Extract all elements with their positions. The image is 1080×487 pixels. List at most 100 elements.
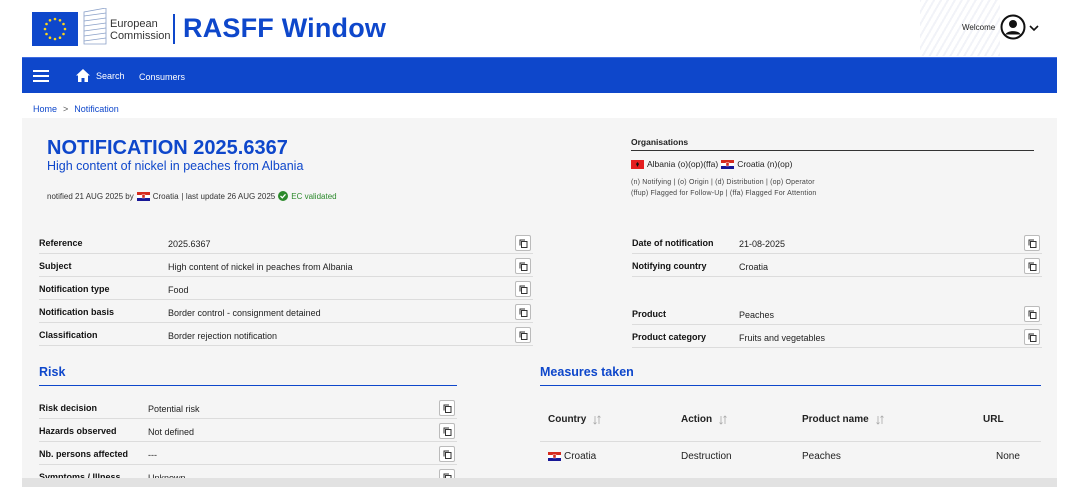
organisations-legend-1: (n) Notifying | (o) Origin | (d) Distrib… [631, 179, 815, 186]
organisations-countries: Albania (o)(op)(ffa) Croatia (n)(op) [631, 159, 792, 169]
copy-button[interactable] [439, 400, 455, 416]
column-label: Product name [802, 414, 869, 425]
site-header: European Commission RASFF Window Welcome [0, 0, 1057, 56]
copy-button[interactable] [1024, 306, 1040, 322]
title-separator [173, 14, 175, 44]
measure-cell-country: Croatia [548, 451, 596, 462]
copy-icon [443, 450, 452, 459]
copy-icon [519, 331, 528, 340]
user-circle-icon[interactable] [1000, 14, 1026, 40]
european-commission-logo[interactable]: European Commission [32, 7, 172, 46]
detail-row-notification-type: Notification type Food [39, 278, 533, 300]
risk-row-hazards: Hazards observed Not defined [39, 420, 457, 442]
column-header-action[interactable]: Action [681, 414, 728, 425]
column-label: Country [548, 414, 587, 425]
home-icon[interactable] [75, 68, 91, 83]
nav-consumers-link[interactable]: Consumers [139, 72, 185, 82]
risk-row-persons-affected: Nb. persons affected --- [39, 443, 457, 465]
detail-value: Border rejection notification [168, 331, 278, 341]
detail-label: Notification basis [39, 307, 115, 317]
column-label: Action [681, 414, 713, 425]
detail-row-notification-basis: Notification basis Border control - cons… [39, 301, 533, 323]
detail-row-notifying-country: Notifying country Croatia [632, 255, 1042, 277]
measures-divider [540, 385, 1041, 386]
breadcrumb-separator: > [63, 104, 69, 114]
main-nav: Search Consumers [22, 57, 1057, 93]
horizontal-scrollbar[interactable] [22, 478, 1057, 487]
table-header-divider [540, 441, 1041, 442]
meta-notified: notified 21 AUG 2025 by [47, 191, 134, 201]
organisations-heading: Organisations [631, 137, 689, 147]
breadcrumb: Home > Notification [33, 104, 119, 114]
validated-badge: EC validated [291, 191, 337, 201]
detail-label: Subject [39, 261, 72, 271]
detail-label: Classification [39, 330, 98, 340]
albania-flag-icon [631, 159, 644, 169]
eu-flag-icon [32, 12, 78, 46]
sort-icon [875, 414, 884, 425]
copy-icon [1028, 239, 1037, 248]
detail-value: High content of nickel in peaches from A… [168, 262, 353, 272]
detail-value: Food [168, 285, 189, 295]
detail-label: Product [632, 309, 667, 319]
hamburger-icon[interactable] [33, 69, 49, 83]
copy-icon [519, 285, 528, 294]
copy-button[interactable] [1024, 235, 1040, 251]
meta-update: | last update 26 AUG 2025 [181, 191, 276, 201]
ec-org-name: European Commission [110, 18, 171, 42]
meta-country: Croatia [152, 191, 179, 201]
copy-button[interactable] [515, 235, 531, 251]
risk-divider [39, 385, 457, 386]
column-header-product-name[interactable]: Product name [802, 414, 885, 425]
copy-icon [1028, 262, 1037, 271]
copy-icon [443, 427, 452, 436]
building-icon [82, 7, 108, 46]
copy-button[interactable] [439, 446, 455, 462]
detail-row-classification: Classification Border rejection notifica… [39, 324, 533, 346]
notification-subtitle: High content of nickel in peaches from A… [47, 159, 304, 173]
detail-label: Notification type [39, 284, 110, 294]
column-header-country[interactable]: Country [548, 414, 602, 425]
detail-value: Croatia [739, 262, 769, 272]
detail-row-date-of-notification: Date of notification 21-08-2025 [632, 232, 1042, 254]
risk-row-decision: Risk decision Potential risk [39, 397, 457, 419]
risk-value: Potential risk [148, 404, 200, 414]
detail-row-reference: Reference 2025.6367 [39, 232, 533, 254]
page-title: NOTIFICATION 2025.6367 [47, 137, 288, 159]
detail-label: Date of notification [632, 238, 714, 248]
org-name-line2: Commission [110, 30, 171, 42]
chevron-down-icon[interactable] [1028, 21, 1040, 33]
copy-button[interactable] [1024, 329, 1040, 345]
detail-label: Reference [39, 238, 83, 248]
risk-heading: Risk [39, 365, 66, 379]
risk-label: Nb. persons affected [39, 449, 129, 459]
app-title[interactable]: RASFF Window [183, 13, 386, 44]
copy-icon [1028, 333, 1037, 342]
org-name-line1: European [110, 18, 158, 30]
column-header-url: URL [983, 414, 1004, 425]
copy-button[interactable] [515, 327, 531, 343]
detail-value: 2025.6367 [168, 239, 211, 249]
measure-cell-product: Peaches [802, 451, 841, 462]
risk-value: Not defined [148, 427, 195, 437]
column-label: URL [983, 414, 1004, 425]
copy-button[interactable] [515, 304, 531, 320]
copy-button[interactable] [515, 258, 531, 274]
croatia-flag-icon [136, 191, 150, 201]
copy-icon [519, 239, 528, 248]
copy-icon [1028, 310, 1037, 319]
copy-button[interactable] [1024, 258, 1040, 274]
organisations-legend-2: (ffup) Flagged for Follow-Up | (ffa) Fla… [631, 190, 817, 197]
copy-button[interactable] [439, 423, 455, 439]
risk-label: Risk decision [39, 403, 98, 413]
sort-icon [719, 414, 727, 425]
nav-search-link[interactable]: Search [96, 71, 125, 81]
copy-icon [519, 308, 528, 317]
welcome-text: Welcome [962, 23, 996, 32]
croatia-flag-icon [548, 452, 561, 461]
breadcrumb-home[interactable]: Home [33, 104, 57, 114]
copy-button[interactable] [515, 281, 531, 297]
detail-label: Product category [632, 332, 707, 342]
org-country-albania: Albania (o)(op)(ffa) [647, 159, 719, 169]
measures-heading: Measures taken [540, 365, 634, 379]
